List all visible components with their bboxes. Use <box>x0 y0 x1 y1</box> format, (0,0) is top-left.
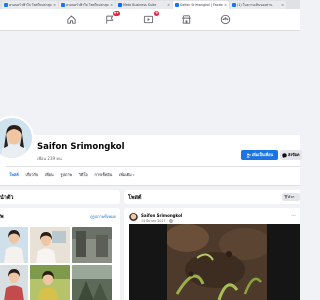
more-options-icon[interactable]: ··· <box>291 213 296 219</box>
post-media[interactable] <box>129 224 300 300</box>
facebook-top-nav: 9+ 9 <box>0 9 300 31</box>
post-card: Saifon Srimongkol 14 มีนาคม 2017 · ··· <box>124 208 300 300</box>
filter-label: ตัวก <box>288 194 295 199</box>
tab-about[interactable]: เกี่ยวกับ <box>22 170 41 180</box>
post-photo <box>167 224 267 300</box>
friend-count[interactable]: เพื่อน 239 คน <box>37 155 62 162</box>
photo-thumbnail[interactable] <box>30 265 70 300</box>
post-author-avatar[interactable] <box>129 213 138 222</box>
tab-videos[interactable]: วิดีโอ <box>75 170 91 180</box>
profile-name: Saifon Srimongkol <box>37 142 125 152</box>
see-all-photos-link[interactable]: ดูรูปภาพทั้งหมด <box>90 214 116 220</box>
intro-title: นำตัว <box>0 195 14 201</box>
browser-tab[interactable]: (1) ในความเห็นของท่าน × <box>230 1 286 9</box>
pages-nav[interactable]: 9+ <box>104 11 120 25</box>
tab-friends[interactable]: เพื่อน <box>42 170 57 180</box>
chevron-down-icon: ▾ <box>132 173 135 177</box>
close-tab-icon[interactable]: × <box>281 3 284 7</box>
browser-tab[interactable]: Meta Business Suite × <box>116 1 172 9</box>
notification-badge: 9 <box>154 11 159 16</box>
play-icon <box>143 15 154 24</box>
photo-thumbnail[interactable] <box>72 265 112 300</box>
message-label: ส่งข้อค <box>288 152 300 157</box>
avatar-photo-icon <box>0 118 32 158</box>
browser-tab[interactable]: ครอบครัวฟ้าใส โพสใหม่ล่าสุด × <box>59 1 115 9</box>
browser-tab-label: Meta Business Suite <box>123 3 157 7</box>
cover-photo-area <box>0 31 300 135</box>
globe-icon <box>168 218 173 223</box>
marketplace-icon[interactable] <box>181 14 192 25</box>
messenger-icon <box>282 152 287 158</box>
filter-button[interactable]: ตัวก <box>282 192 300 201</box>
watch-nav[interactable]: 9 <box>143 11 159 25</box>
profile-avatar-wrapper <box>0 116 34 164</box>
add-friend-button[interactable]: เพิ่มเป็นเพื่อน <box>241 150 278 160</box>
browser-tab-label: Saifon Srimongkol | Faceb <box>180 3 223 7</box>
browser-tab-strip: ครอบครัวฟ้าใส โพสใหม่ล่าสุด × ครอบครัวฟ้… <box>0 0 300 9</box>
add-friend-icon <box>246 153 251 157</box>
divider <box>6 166 300 167</box>
browser-tab-label: ครอบครัวฟ้าใส โพสใหม่ล่าสุด <box>9 2 52 7</box>
posts-title: โพสต์ <box>128 195 142 201</box>
meta-favicon-icon <box>118 3 122 7</box>
post-author-name[interactable]: Saifon Srimongkol <box>141 213 182 218</box>
photo-thumbnail[interactable] <box>0 227 28 263</box>
message-button[interactable]: ส่งข้อค <box>280 150 302 160</box>
tab-more[interactable]: เพิ่มเติม ▾ <box>116 170 138 180</box>
tab-more-label: เพิ่มเติม <box>119 172 132 177</box>
facebook-favicon-icon <box>4 3 8 7</box>
post-date-text: 14 มีนาคม 2017 · <box>141 218 169 223</box>
browser-tab-label: ครอบครัวฟ้าใส โพสใหม่ล่าสุด <box>66 2 109 7</box>
notification-badge: 9+ <box>112 11 120 16</box>
facebook-favicon-icon <box>61 3 65 7</box>
browser-tab-active[interactable]: Saifon Srimongkol | Faceb × <box>173 1 229 9</box>
facebook-favicon-icon <box>175 3 179 7</box>
avatar[interactable] <box>0 116 34 160</box>
intro-card: นำตัว <box>0 190 120 204</box>
close-tab-icon[interactable]: × <box>53 3 56 7</box>
groups-icon[interactable] <box>220 14 231 25</box>
photo-grid <box>0 227 120 300</box>
photos-title: พ <box>0 214 4 220</box>
close-tab-icon[interactable]: × <box>224 3 227 7</box>
close-tab-icon[interactable]: × <box>110 3 113 7</box>
posts-header: โพสต์ ตัวก <box>124 190 300 204</box>
add-friend-label: เพิ่มเป็นเพื่อน <box>251 152 274 157</box>
tab-photos[interactable]: รูปภาพ <box>57 170 75 180</box>
home-icon[interactable] <box>66 14 77 25</box>
close-tab-icon[interactable]: × <box>167 3 170 7</box>
browser-tab-label: (1) ในความเห็นของท่าน <box>237 2 273 7</box>
photo-thumbnail[interactable] <box>30 227 70 263</box>
post-date[interactable]: 14 มีนาคม 2017 · <box>141 219 173 224</box>
browser-tab[interactable]: ครอบครัวฟ้าใส โพสใหม่ล่าสุด × <box>2 1 58 9</box>
tab-checkins[interactable]: การเช็คอิน <box>91 170 116 180</box>
photo-thumbnail[interactable] <box>0 265 28 300</box>
photos-card: พ ดูรูปภาพทั้งหมด <box>0 208 120 300</box>
flag-icon <box>106 15 114 24</box>
profile-tabs: โพสต์ เกี่ยวกับ เพื่อน รูปภาพ วิดีโอ การ… <box>6 170 138 180</box>
facebook-favicon-icon <box>232 3 236 7</box>
photo-thumbnail[interactable] <box>72 227 112 263</box>
tab-posts[interactable]: โพสต์ <box>6 170 22 180</box>
